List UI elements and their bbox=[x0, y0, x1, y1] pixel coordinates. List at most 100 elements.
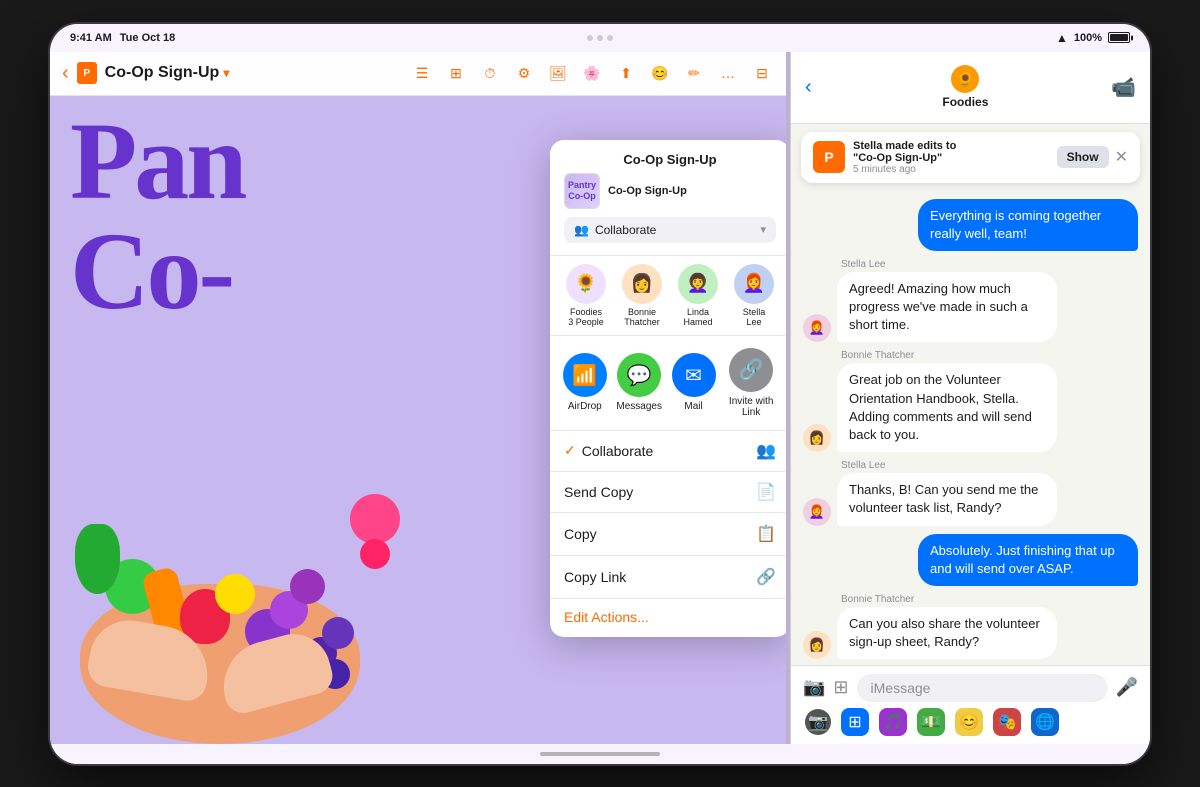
edit-actions-item[interactable]: Edit Actions... bbox=[550, 599, 786, 637]
share-icon[interactable]: ⬆ bbox=[614, 61, 638, 85]
people-icon: 👥 bbox=[574, 223, 589, 237]
battery-percent: 100% bbox=[1074, 32, 1102, 44]
chevron-down-icon: ▾ bbox=[760, 223, 766, 236]
message-input[interactable]: iMessage bbox=[857, 674, 1108, 702]
stella-chat-avatar: 👩‍🦰 bbox=[803, 314, 831, 342]
copy-icon: 📋 bbox=[756, 524, 776, 544]
mic-input-icon[interactable]: 🎤 bbox=[1116, 677, 1138, 698]
message-row: 👩‍🦰 Thanks, B! Can you send me the volun… bbox=[803, 473, 1138, 525]
mail-label: Mail bbox=[684, 401, 702, 412]
popup-thumbnail: PantryCo-Op bbox=[564, 173, 600, 209]
edit-actions-label: Edit Actions... bbox=[564, 609, 649, 625]
flower-icon[interactable]: 🌸 bbox=[580, 61, 604, 85]
person-stella[interactable]: 👩‍🦰 StellaLee bbox=[734, 264, 774, 327]
input-apps-row: 📷 ⊞ 🎵 💵 😊 🎭 🌐 bbox=[803, 708, 1138, 736]
popup-doc-row: PantryCo-Op Co-Op Sign-Up bbox=[564, 173, 776, 209]
share-options-row: 📶 AirDrop 💬 Messages ✉ Mail bbox=[550, 336, 786, 431]
main-content: ‹ P Co-Op Sign-Up ▾ ☰ ⊞ ⏱ ⚙ bbox=[50, 52, 1150, 744]
camera-input-icon[interactable]: 📷 bbox=[803, 677, 825, 698]
popup-title: Co-Op Sign-Up bbox=[564, 152, 776, 167]
incoming-message: Agreed! Amazing how much progress we've … bbox=[837, 272, 1057, 343]
outgoing-message: Absolutely. Just finishing that up and w… bbox=[918, 534, 1138, 586]
messages-icon: 💬 bbox=[617, 353, 661, 397]
sender-name: Bonnie Thatcher bbox=[841, 350, 1138, 361]
clock-icon[interactable]: ⏱ bbox=[478, 61, 502, 85]
copy-item[interactable]: Copy 📋 bbox=[550, 513, 786, 556]
settings-icon[interactable]: ⚙ bbox=[512, 61, 536, 85]
doc-text-co: Co- bbox=[70, 216, 232, 326]
cash-app-icon[interactable]: 💵 bbox=[917, 708, 945, 736]
outgoing-message: Everything is coming together really wel… bbox=[918, 199, 1138, 251]
message-group-bonnie2: Bonnie Thatcher 👩 Can you also share the… bbox=[803, 594, 1138, 659]
sender-name: Stella Lee bbox=[841, 460, 1138, 471]
home-indicator bbox=[540, 752, 660, 756]
person-bonnie[interactable]: 👩 BonnieThatcher bbox=[622, 264, 662, 327]
message-row: 👩 Great job on the Volunteer Orientation… bbox=[803, 363, 1138, 452]
more-icon[interactable]: … bbox=[716, 61, 740, 85]
show-button[interactable]: Show bbox=[1057, 146, 1109, 168]
airdrop-label: AirDrop bbox=[568, 401, 602, 412]
messages-back-button[interactable]: ‹ bbox=[805, 76, 820, 99]
messages-button[interactable]: 💬 Messages bbox=[616, 353, 662, 412]
notification-banner: P Stella made edits to"Co-Op Sign-Up" 5 … bbox=[801, 132, 1140, 183]
person-linda[interactable]: 👩‍🦱 LindaHamed bbox=[678, 264, 718, 327]
doc-icon-label: P bbox=[83, 68, 90, 79]
share-popup: Co-Op Sign-Up PantryCo-Op Co-Op Sign-Up bbox=[550, 140, 786, 637]
list-view-icon[interactable]: ☰ bbox=[410, 61, 434, 85]
status-date: Tue Oct 18 bbox=[120, 32, 175, 44]
airdrop-button[interactable]: 📶 AirDrop bbox=[563, 353, 607, 412]
collaborate-menu-item[interactable]: ✓ Collaborate 👥 bbox=[550, 431, 786, 472]
appstore-icon[interactable]: ⊞ bbox=[841, 708, 869, 736]
music-app-icon[interactable]: 🎵 bbox=[879, 708, 907, 736]
toolbar: ‹ P Co-Op Sign-Up ▾ ☰ ⊞ ⏱ ⚙ bbox=[50, 52, 786, 96]
stella-avatar: 👩‍🦰 bbox=[734, 264, 774, 304]
linda-avatar: 👩‍🦱 bbox=[678, 264, 718, 304]
world-icon[interactable]: 🌐 bbox=[1031, 708, 1059, 736]
invite-link-button[interactable]: 🔗 Invite with Link bbox=[725, 348, 777, 418]
message-group-stella: Stella Lee 👩‍🦰 Agreed! Amazing how much … bbox=[803, 259, 1138, 343]
send-copy-menu-item[interactable]: Send Copy 📄 bbox=[550, 472, 786, 513]
sender-name: Bonnie Thatcher bbox=[841, 594, 1138, 605]
image-icon[interactable]: 🖼 bbox=[546, 61, 570, 85]
notification-close-button[interactable]: ✕ bbox=[1115, 146, 1128, 168]
document-art: Pan Co- bbox=[50, 96, 786, 744]
send-copy-label: Send Copy bbox=[564, 484, 633, 500]
table-icon[interactable]: ⊞ bbox=[444, 61, 468, 85]
collaborate-label: Collaborate bbox=[582, 443, 654, 459]
apps-input-icon[interactable]: ⊞ bbox=[833, 677, 848, 698]
title-dropdown-arrow[interactable]: ▾ bbox=[223, 66, 229, 80]
incoming-message: Thanks, B! Can you send me the volunteer… bbox=[837, 473, 1057, 525]
linda-name: LindaHamed bbox=[683, 307, 712, 327]
home-bar bbox=[50, 744, 1150, 764]
collapse-icon[interactable]: ⊟ bbox=[750, 61, 774, 85]
memoji-icon[interactable]: 😊 bbox=[955, 708, 983, 736]
input-row: 📷 ⊞ iMessage 🎤 bbox=[803, 674, 1138, 702]
group-avatar: 🌻 bbox=[951, 65, 979, 93]
popup-header: Co-Op Sign-Up PantryCo-Op Co-Op Sign-Up bbox=[550, 140, 786, 256]
mail-icon: ✉ bbox=[672, 353, 716, 397]
foodies-avatar: 🌻 bbox=[566, 264, 606, 304]
pages-app-icon: P bbox=[813, 141, 845, 173]
collaborate-selector[interactable]: 👥 Collaborate ▾ bbox=[564, 217, 776, 243]
doc-text-pan: Pan bbox=[70, 106, 244, 216]
copy-label: Copy bbox=[564, 526, 597, 542]
messages-label: Messages bbox=[616, 401, 662, 412]
message-group-bonnie: Bonnie Thatcher 👩 Great job on the Volun… bbox=[803, 350, 1138, 452]
notification-text: Stella made edits to"Co-Op Sign-Up" 5 mi… bbox=[853, 140, 1049, 175]
person-foodies[interactable]: 🌻 Foodies3 People bbox=[566, 264, 606, 327]
copy-link-item[interactable]: Copy Link 🔗 bbox=[550, 556, 786, 599]
group-avatar-icon: 🌻 bbox=[951, 65, 979, 93]
wifi-icon: ▲ bbox=[1056, 31, 1068, 45]
video-call-button[interactable]: 📹 bbox=[1111, 75, 1136, 100]
mail-button[interactable]: ✉ Mail bbox=[672, 353, 716, 412]
input-bar: 📷 ⊞ iMessage 🎤 📷 ⊞ 🎵 💵 😊 🎭 🌐 bbox=[791, 665, 1150, 744]
camera-app-icon[interactable]: 📷 bbox=[805, 709, 831, 735]
incoming-message: Great job on the Volunteer Orientation H… bbox=[837, 363, 1057, 452]
ipad-screen: 9:41 AM Tue Oct 18 ▲ 100% bbox=[50, 24, 1150, 764]
emoji-icon[interactable]: 😊 bbox=[648, 61, 672, 85]
stickers-icon[interactable]: 🎭 bbox=[993, 708, 1021, 736]
notification-title: Stella made edits to"Co-Op Sign-Up" bbox=[853, 140, 1049, 164]
pen-icon[interactable]: ✏ bbox=[682, 61, 706, 85]
back-button[interactable]: ‹ bbox=[62, 62, 69, 85]
status-time: 9:41 AM bbox=[70, 32, 112, 44]
